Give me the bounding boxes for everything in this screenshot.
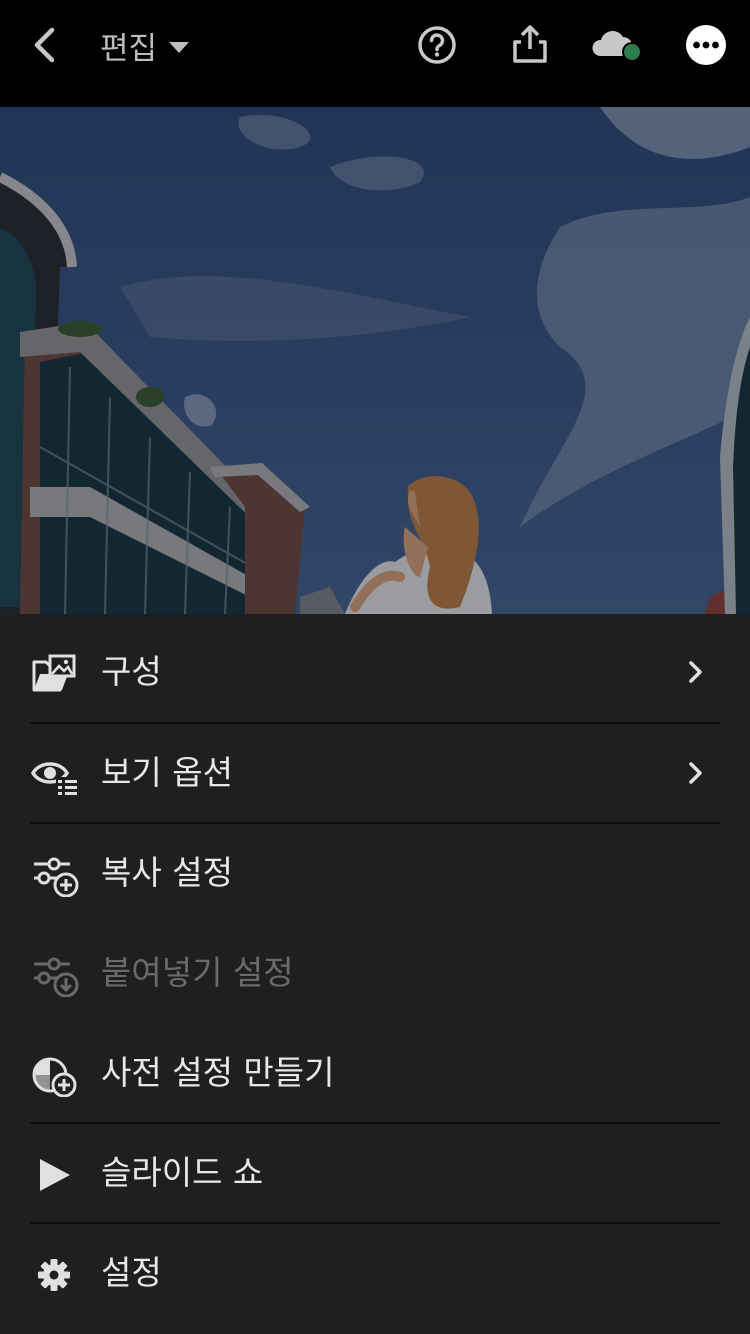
menu-item-create-preset[interactable]: 사전 설정 만들기 — [0, 1023, 750, 1123]
menu-item-label: 설정 — [101, 1253, 162, 1292]
photo-preview — [0, 107, 750, 614]
menu-item-paste-settings: 붙여넣기 설정 — [0, 923, 750, 1023]
mode-selector[interactable]: 편집 — [100, 20, 190, 70]
eye-list-icon — [30, 762, 80, 797]
play-icon — [40, 1159, 70, 1191]
page-title: 편집 — [100, 30, 158, 67]
more-icon[interactable] — [684, 23, 728, 67]
preset-plus-icon — [32, 1057, 77, 1097]
chevron-right-icon — [689, 762, 702, 784]
dropdown-caret-icon — [169, 41, 190, 53]
menu-item-slideshow[interactable]: 슬라이드 쇼 — [0, 1123, 750, 1223]
menu-item-label: 복사 설정 — [101, 853, 233, 892]
menu-item-organize[interactable]: 구성 — [0, 622, 750, 722]
menu-item-label: 붙여넣기 설정 — [101, 953, 294, 992]
photo-image — [0, 107, 750, 614]
menu-item-view-options[interactable]: 보기 옵션 — [0, 723, 750, 823]
menu-item-label: 구성 — [101, 652, 162, 691]
menu-item-copy-settings[interactable]: 복사 설정 — [0, 823, 750, 923]
overflow-menu: 구성 보기 옵션 복사 설정 붙여넣기 설정 사전 설정 만들기 슬라이드 쇼 … — [0, 614, 750, 1334]
menu-item-label: 사전 설정 만들기 — [101, 1053, 335, 1092]
menu-item-settings[interactable]: 설정 — [0, 1223, 750, 1323]
sliders-download-icon — [34, 957, 79, 997]
menu-item-label: 슬라이드 쇼 — [101, 1153, 264, 1192]
chevron-right-icon — [689, 661, 702, 683]
top-bar: 편집 — [0, 0, 750, 107]
back-chevron-icon[interactable] — [22, 22, 68, 68]
share-icon[interactable] — [507, 22, 553, 68]
folder-images-icon — [32, 654, 76, 692]
help-icon[interactable] — [414, 22, 460, 68]
sliders-plus-icon — [34, 857, 79, 897]
gear-icon — [38, 1259, 70, 1291]
menu-item-label: 보기 옵션 — [101, 753, 233, 792]
cloud-sync-icon[interactable] — [590, 22, 646, 68]
